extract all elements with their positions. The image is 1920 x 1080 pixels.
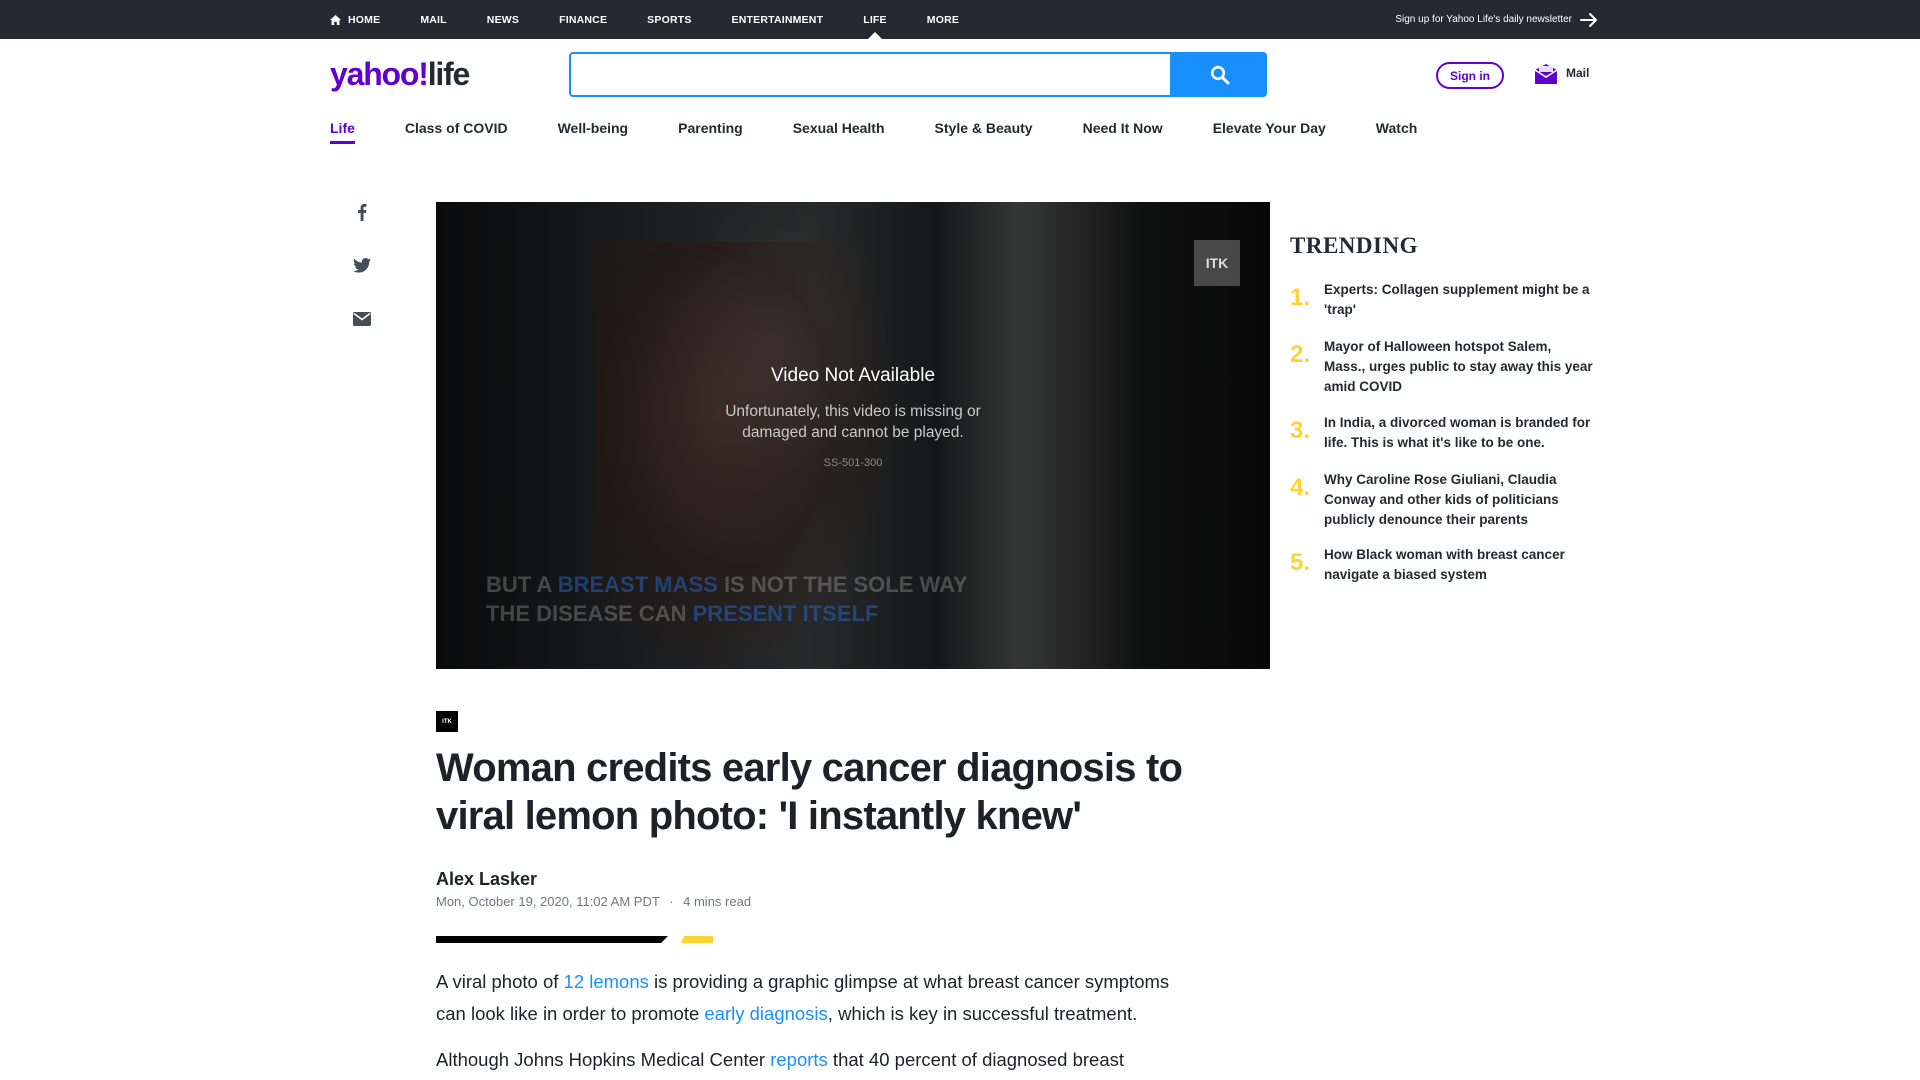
divider-yellow (681, 936, 713, 943)
meta-separator: · (669, 894, 674, 909)
video-error-message: Video Not Available Unfortunately, this … (436, 365, 1270, 469)
subnav-need-it-now[interactable]: Need It Now (1083, 120, 1163, 144)
topnav-home[interactable]: HOME (330, 0, 380, 39)
logo-life: life (427, 56, 471, 92)
yahoo-life-logo[interactable]: yahoo!life (330, 56, 471, 93)
topnav-finance[interactable]: FINANCE (559, 0, 607, 39)
trending-item[interactable]: 1. Experts: Collagen supplement might be… (1290, 280, 1600, 320)
trending-rank: 3. (1290, 417, 1311, 444)
subnav-style-beauty[interactable]: Style & Beauty (935, 120, 1033, 144)
trending-link[interactable]: Experts: Collagen supplement might be a … (1324, 280, 1596, 320)
video-player[interactable]: ITK BUT A BREAST MASS IS NOT THE SOLE WA… (436, 202, 1270, 669)
trending-link[interactable]: Why Caroline Rose Giuliani, Claudia Conw… (1324, 470, 1596, 530)
topnav-entertainment[interactable]: ENTERTAINMENT (732, 0, 824, 39)
newsletter-label: Sign up for Yahoo Life's daily newslette… (1395, 14, 1572, 25)
topnav-home-label: HOME (348, 13, 381, 26)
search-icon (1210, 65, 1229, 84)
newsletter-signup-link[interactable]: Sign up for Yahoo Life's daily newslette… (1395, 0, 1598, 39)
caption-text: IS NOT THE SOLE WAY (717, 572, 968, 597)
link-reports[interactable]: reports (770, 1049, 828, 1070)
divider-black (436, 936, 668, 943)
section-nav: Life Class of COVID Well-being Parenting… (330, 120, 1467, 144)
twitter-icon (353, 258, 371, 273)
trending-item[interactable]: 2. Mayor of Halloween hotspot Salem, Mas… (1290, 337, 1600, 397)
mail-link[interactable]: Mail (1534, 61, 1589, 85)
paragraph-text: , which is key in successful treatment. (827, 1003, 1138, 1024)
video-error-title: Video Not Available (770, 365, 936, 386)
topnav-life[interactable]: LIFE (863, 0, 887, 39)
video-error-description: Unfortunately, this video is missing or … (725, 403, 981, 441)
subnav-life[interactable]: Life (330, 120, 355, 144)
logo-yahoo: yahoo! (330, 56, 429, 92)
mail-label: Mail (1566, 66, 1590, 80)
video-caption: BUT A BREAST MASS IS NOT THE SOLE WAY TH… (486, 570, 968, 628)
trending-item[interactable]: 4. Why Caroline Rose Giuliani, Claudia C… (1290, 470, 1600, 530)
video-error-code: SS-501-300 (823, 457, 883, 469)
arrow-right-icon (1580, 12, 1597, 27)
trending-rank: 2. (1290, 341, 1311, 368)
share-facebook-button[interactable] (352, 203, 372, 221)
article-author[interactable]: Alex Lasker (436, 869, 537, 890)
caption-highlight: PRESENT ITSELF (692, 601, 879, 626)
link-early-diagnosis[interactable]: early diagnosis (704, 1003, 827, 1024)
video-caption-line1: BUT A BREAST MASS IS NOT THE SOLE WAY (486, 570, 968, 599)
search-bar (569, 52, 1267, 97)
paragraph-text: that 40 percent of diagnosed breast (827, 1049, 1125, 1070)
search-input[interactable] (569, 52, 1172, 97)
top-nav: HOME MAIL NEWS FINANCE SPORTS ENTERTAINM… (330, 0, 999, 39)
trending-rank: 1. (1290, 284, 1311, 311)
subnav-parenting[interactable]: Parenting (678, 120, 743, 144)
topnav-more[interactable]: MORE (927, 0, 959, 39)
subnav-class-of-covid[interactable]: Class of COVID (405, 120, 508, 144)
video-provider-badge: ITK (1194, 240, 1240, 286)
topnav-mail[interactable]: MAIL (420, 0, 446, 39)
share-twitter-button[interactable] (352, 258, 372, 273)
trending-item[interactable]: 3. In India, a divorced woman is branded… (1290, 413, 1600, 453)
caption-text: BUT A (486, 572, 558, 597)
share-email-button[interactable] (352, 312, 372, 326)
paragraph-text: Although Johns Hopkins Medical Center (436, 1049, 771, 1070)
trending-link[interactable]: In India, a divorced woman is branded fo… (1324, 413, 1596, 453)
home-icon (330, 14, 341, 25)
subnav-elevate-your-day[interactable]: Elevate Your Day (1213, 120, 1326, 144)
paragraph-text: A viral photo of (436, 971, 564, 992)
trending-title: TRENDING (1290, 233, 1418, 258)
topnav-sports[interactable]: SPORTS (647, 0, 691, 39)
subnav-sexual-health[interactable]: Sexual Health (793, 120, 885, 144)
trending-item[interactable]: 5. How Black woman with breast cancer na… (1290, 545, 1600, 585)
article-headline: Woman credits early cancer diagnosis to … (436, 746, 1183, 838)
search-button[interactable] (1172, 52, 1267, 97)
caption-text: THE DISEASE CAN (486, 601, 693, 626)
link-12-lemons[interactable]: 12 lemons (564, 971, 649, 992)
subnav-well-being[interactable]: Well-being (558, 120, 629, 144)
caption-highlight: BREAST MASS (557, 572, 718, 597)
article-date: Mon, October 19, 2020, 11:02 AM PDT (436, 894, 660, 909)
sign-in-button[interactable]: Sign in (1436, 62, 1504, 89)
trending-link[interactable]: Mayor of Halloween hotspot Salem, Mass.,… (1324, 337, 1596, 397)
subnav-watch[interactable]: Watch (1376, 120, 1417, 144)
mail-icon (1534, 64, 1558, 84)
topnav-news[interactable]: NEWS (487, 0, 519, 39)
top-bar: HOME MAIL NEWS FINANCE SPORTS ENTERTAINM… (0, 0, 1920, 39)
provider-logo[interactable]: ITK (436, 711, 458, 732)
video-caption-line2: THE DISEASE CAN PRESENT ITSELF (486, 599, 968, 628)
trending-rank: 4. (1290, 474, 1311, 501)
article-meta: Mon, October 19, 2020, 11:02 AM PDT · 4 … (436, 894, 751, 909)
trending-link[interactable]: How Black woman with breast cancer navig… (1324, 545, 1596, 585)
facebook-icon (358, 204, 367, 221)
article-read-time: 4 mins read (683, 894, 752, 909)
email-icon (353, 312, 371, 326)
trending-rank: 5. (1290, 549, 1311, 576)
article-paragraph: Although Johns Hopkins Medical Center re… (436, 1044, 1196, 1076)
article-paragraph: A viral photo of 12 lemons is providing … (436, 966, 1196, 1030)
